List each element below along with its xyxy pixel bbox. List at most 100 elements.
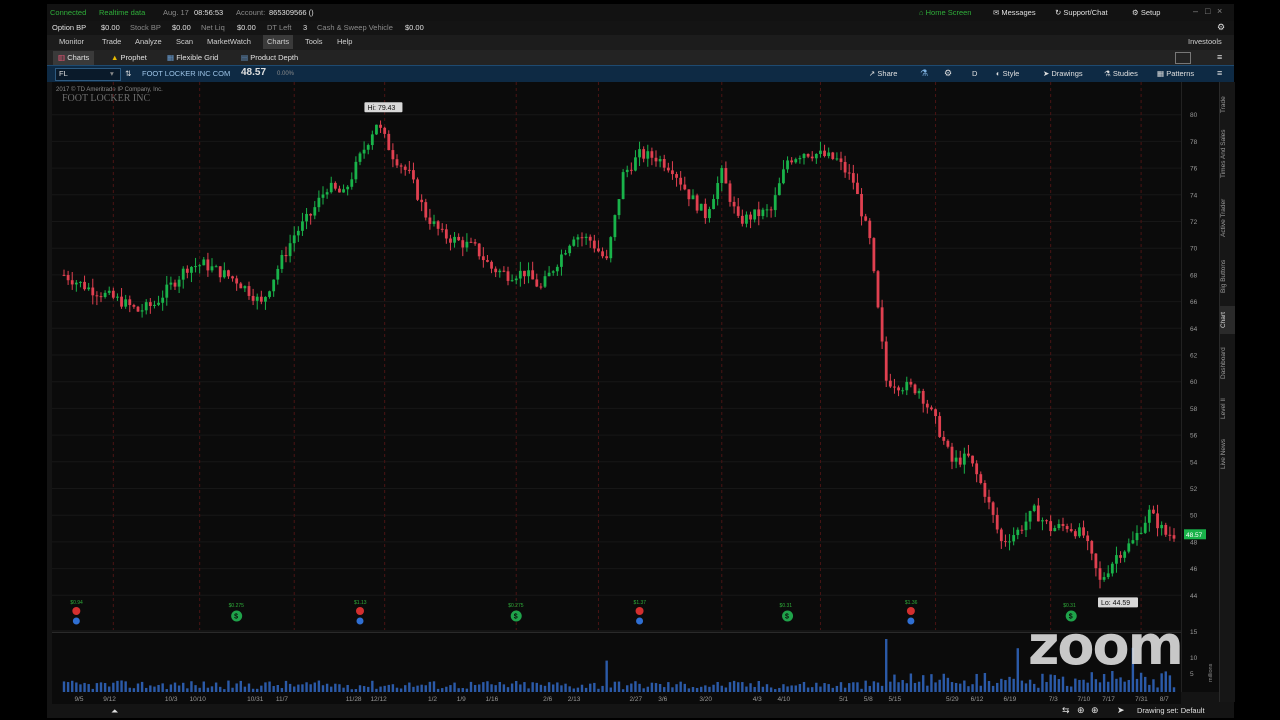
candle-body [835, 158, 839, 160]
subtab-charts[interactable]: ▥ Charts [53, 51, 95, 65]
patterns-button[interactable]: ▦ Patterns [1157, 69, 1194, 79]
menu-charts[interactable]: Charts [263, 35, 294, 49]
sidebar-item-times-and-sales[interactable]: Times And Sales [1220, 124, 1235, 184]
close-icon[interactable]: × [1217, 6, 1222, 16]
candle-body [999, 529, 1003, 542]
candle-body [366, 145, 370, 150]
sidebar-item-chart[interactable]: Chart [1220, 306, 1235, 334]
date-axis[interactable]: 9/5 9/12 10/3 10/10 10/31 11/7 11/28 12/12 1/2 1/… [52, 692, 1181, 704]
price-chart[interactable]: 2017 © TD Ameritrade IP Company, Inc. FO… [52, 82, 1181, 630]
candle-body [597, 248, 600, 252]
last-price-tag: 48.57 [1184, 529, 1206, 540]
drawing-set-label[interactable]: Drawing set: Default [1137, 706, 1205, 716]
sidebar-item-live-news[interactable]: Live News [1220, 432, 1235, 476]
sidebar-item-big-buttons[interactable]: Big Buttons [1220, 252, 1235, 300]
candle-body [391, 150, 395, 160]
candle-body [210, 266, 214, 271]
scroll-arrows-icon[interactable]: ⇆ [1062, 705, 1070, 715]
earnings-marker: $1.36 [905, 600, 918, 625]
candle-body [280, 255, 284, 269]
period-button[interactable]: D [972, 69, 977, 79]
style-button[interactable]: ◐ Style [996, 69, 1019, 79]
sidebar-item-dashboard[interactable]: Dashboard [1220, 340, 1235, 386]
volume-tick-label: 10 [1190, 655, 1198, 662]
drawings-button[interactable]: ➤ Drawings [1043, 69, 1083, 79]
earnings-value: $1.37 [634, 600, 647, 606]
price-chart-svg: Hi: 79.43Lo: 44.59$0.94 $1.13 $1.37 $1.36$$… [52, 82, 1181, 630]
candle-body [1152, 509, 1155, 514]
sidebar-item-level-ii[interactable]: Level II [1220, 392, 1235, 426]
setup-button[interactable]: ⚙ Setup [1132, 8, 1160, 18]
candle-body [625, 169, 629, 173]
candle-body [70, 280, 74, 285]
account-number[interactable]: 865309566 () [269, 8, 314, 18]
window-layout-icon[interactable] [1175, 52, 1191, 64]
patterns-icon: ▦ [1157, 69, 1165, 78]
candle-body [745, 214, 748, 224]
candle-body [494, 268, 498, 273]
flask-icon[interactable]: ⚗ [920, 68, 928, 78]
pointer-icon[interactable]: ➤ [1117, 705, 1125, 715]
menu-scan[interactable]: Scan [176, 37, 193, 47]
candle-body [288, 243, 292, 257]
volume-bar [885, 639, 888, 693]
candle-body [716, 183, 720, 200]
maximize-icon[interactable]: □ [1205, 6, 1210, 16]
candle-body [823, 150, 826, 157]
candle-body [1168, 534, 1172, 536]
date-tick-label: 9/5 [74, 696, 83, 703]
price-tick-label: 60 [1190, 379, 1198, 386]
share-button[interactable]: ↗ Share [869, 69, 897, 79]
menu-lines-icon[interactable]: ≡ [1217, 52, 1222, 62]
studies-button[interactable]: ⚗ Studies [1104, 69, 1138, 79]
crosshair-icon[interactable]: ⊕ [1077, 705, 1085, 715]
support-chat-button[interactable]: ↻ Support/Chat [1055, 8, 1108, 18]
candle-body [987, 496, 991, 503]
candle-body [181, 268, 185, 280]
candle-body [658, 159, 662, 162]
subtab-product-depth[interactable]: ▤ Product Depth [241, 53, 298, 63]
candle-body [362, 149, 366, 154]
menu-marketwatch[interactable]: MarketWatch [207, 37, 251, 47]
candle-body [157, 302, 160, 305]
candle-body [880, 307, 884, 342]
home-screen-button[interactable]: ⌂ Home Screen [919, 8, 971, 18]
chart-settings-gear-icon[interactable]: ⚙ [944, 68, 952, 78]
menu-trade[interactable]: Trade [102, 37, 121, 47]
refresh-icon: ↻ [1055, 8, 1062, 17]
candle-body [934, 409, 937, 417]
sidebar-item-active-trader[interactable]: Active Trader [1220, 190, 1235, 246]
chart-menu-icon[interactable]: ≡ [1217, 68, 1222, 78]
volume-bar [1061, 676, 1065, 693]
zoom-in-icon[interactable]: ⊕ [1091, 705, 1099, 715]
symbol-input[interactable]: FL ▾ [55, 68, 121, 81]
candle-body [292, 235, 296, 244]
candle-body [761, 209, 765, 217]
candle-body [535, 279, 539, 287]
price-tick-label: 64 [1190, 326, 1198, 333]
candle-body [247, 286, 251, 296]
collapse-icon[interactable]: ⏶ [111, 706, 118, 716]
date-tick-label: 3/6 [658, 696, 667, 703]
menu-analyze[interactable]: Analyze [135, 37, 162, 47]
user-label[interactable]: Investools [1188, 37, 1222, 47]
candle-body [449, 238, 452, 243]
settings-gear-icon[interactable]: ⚙ [1217, 22, 1225, 32]
menu-monitor[interactable]: Monitor [59, 37, 84, 47]
high-label-text: Hi: 79.43 [367, 105, 395, 112]
volume-bar [1115, 678, 1118, 693]
volume-chart[interactable] [52, 632, 1181, 693]
subtab-prophet[interactable]: ▲ Prophet [111, 53, 147, 63]
subtab-flexible-grid[interactable]: ▦ Flexible Grid [167, 53, 218, 63]
messages-button[interactable]: ✉ Messages [993, 8, 1036, 18]
candle-body [358, 153, 362, 162]
price-axis[interactable]: 44 46 48 50 52 54 56 58 60 62 64 66 68 70 72 74 76 78 80 48… [1181, 82, 1220, 692]
menu-help[interactable]: Help [337, 37, 352, 47]
menu-tools[interactable]: Tools [305, 37, 323, 47]
price-tick-label: 72 [1190, 219, 1198, 226]
candle-body [185, 268, 189, 273]
minimize-icon[interactable]: – [1193, 6, 1198, 16]
link-icon[interactable]: ⇅ [125, 69, 131, 79]
sidebar-item-trade[interactable]: Trade [1220, 90, 1235, 120]
candle-body [177, 279, 181, 287]
